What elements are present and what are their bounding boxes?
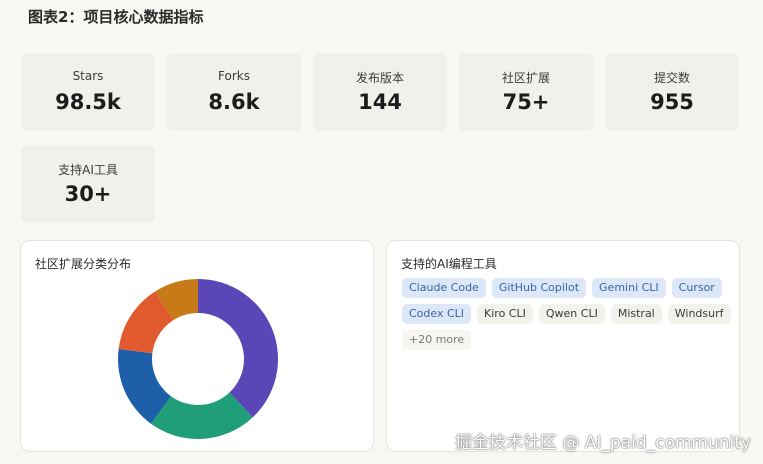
stat-value: 30+ <box>64 182 112 206</box>
stat-value: 8.6k <box>208 90 260 114</box>
stat-value: 75+ <box>502 90 550 114</box>
tool-tag: Mistral <box>610 304 662 324</box>
tool-tag: Cursor <box>671 278 722 298</box>
stat-card-ai-tools: 支持AI工具 30+ <box>21 145 155 223</box>
tool-tag: +20 more <box>402 330 472 350</box>
tool-tag: GitHub Copilot <box>491 278 587 298</box>
tool-tag: Claude Code <box>402 278 486 298</box>
tool-tag: Windsurf <box>667 304 731 324</box>
stat-label: 社区扩展 <box>501 71 550 85</box>
stat-card-releases: 发布版本 144 <box>313 53 447 131</box>
tool-tag-list: Claude Code GitHub Copilot Gemini CLI Curso… <box>402 278 732 350</box>
panel-title: 社区扩展分类分布 <box>35 257 132 271</box>
panel-title: 支持的AI编程工具 <box>401 257 497 271</box>
tool-tag: Codex CLI <box>402 304 472 324</box>
page: 图表2：项目核心数据指标 ··· Stars 98.5k Forks 8.6k … <box>0 0 763 464</box>
stat-card-commits: 提交数 955 <box>605 53 739 131</box>
stat-value: 144 <box>358 90 402 114</box>
stat-card-extensions: 社区扩展 75+ <box>459 53 593 131</box>
stat-value: 98.5k <box>55 90 121 114</box>
stat-card-stars: Stars 98.5k <box>21 53 155 131</box>
extension-donut-chart <box>118 279 278 439</box>
tool-tag: Kiro CLI <box>477 304 533 324</box>
figure-title: 图表2：项目核心数据指标 <box>28 8 204 26</box>
stat-label: 提交数 <box>653 71 690 85</box>
stat-label: Stars <box>72 69 104 83</box>
tool-tag: Gemini CLI <box>592 278 666 298</box>
stat-value: 955 <box>650 90 694 114</box>
stat-card-forks: Forks 8.6k <box>167 53 301 131</box>
stat-label: Forks <box>218 69 250 83</box>
stat-label: 发布版本 <box>355 71 404 85</box>
stat-label: 支持AI工具 <box>58 163 118 177</box>
donut-slice-0[interactable] <box>198 279 278 418</box>
tool-tag: Qwen CLI <box>538 304 605 324</box>
watermark: 掘金技术社区 @ AI_paid_community <box>454 433 751 453</box>
